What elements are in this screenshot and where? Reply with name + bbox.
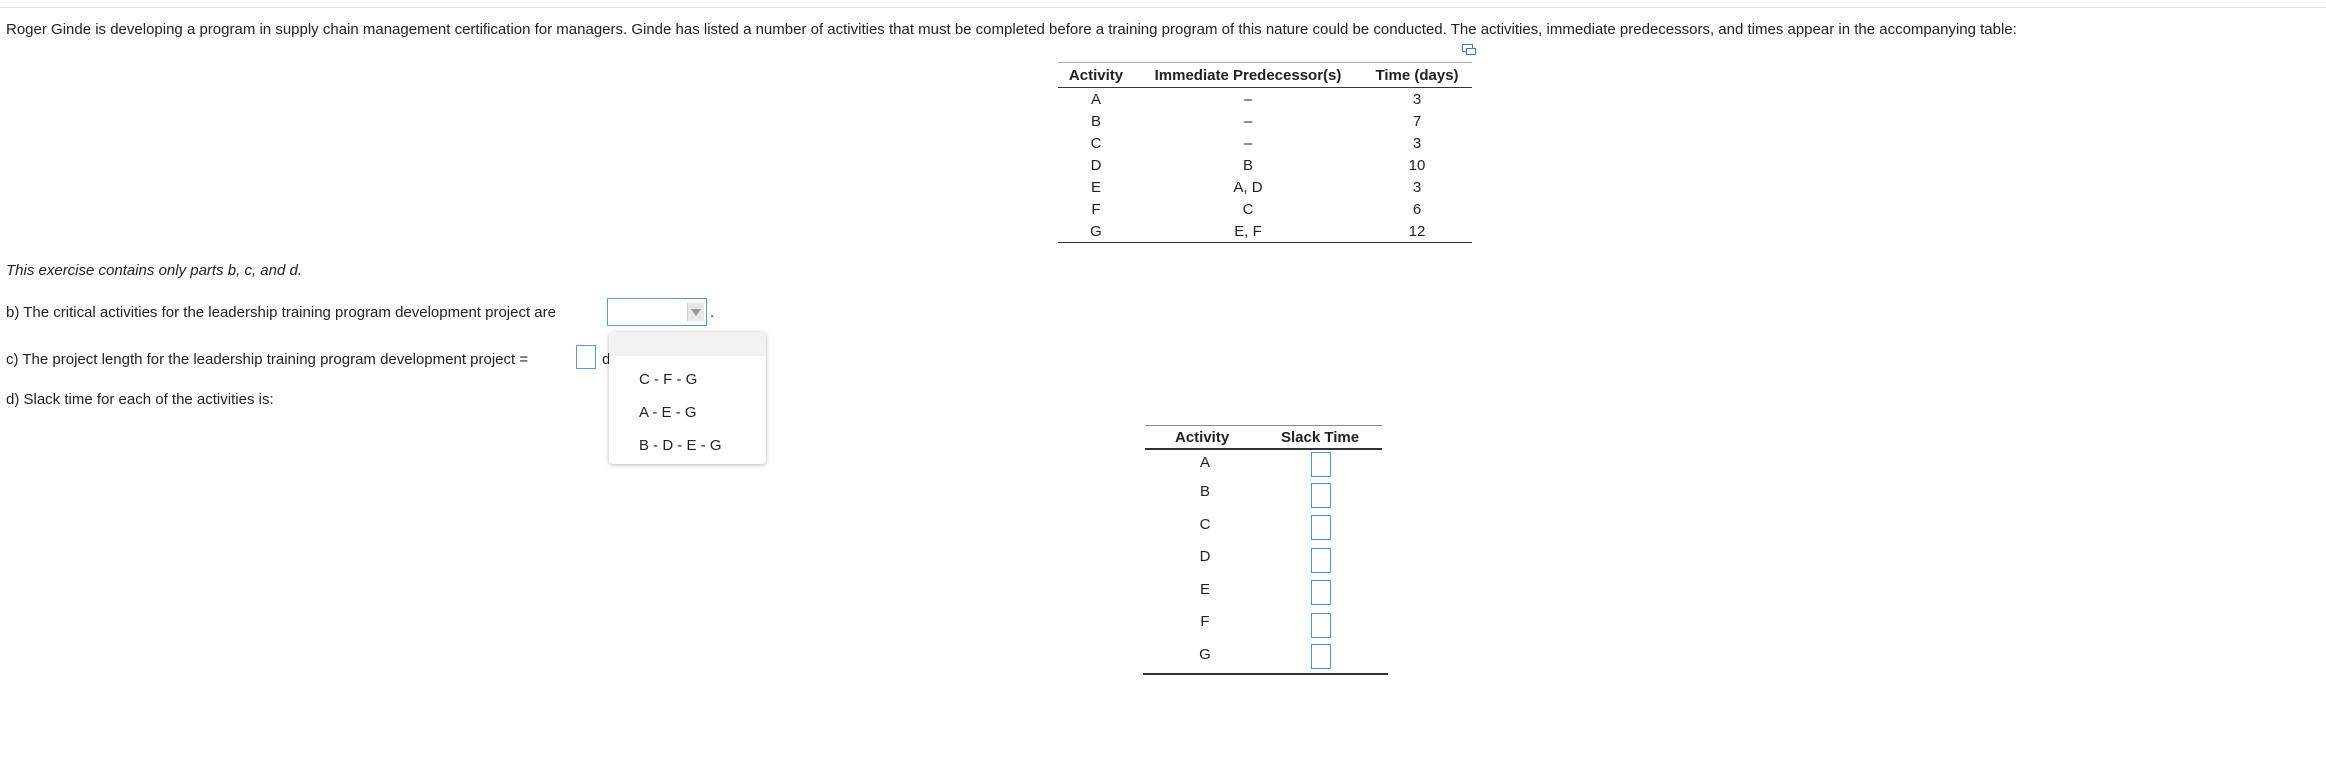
cell-predecessor: A, D — [1233, 178, 1263, 196]
slack-input-e[interactable] — [1311, 580, 1331, 605]
question-d-text: d) Slack time for each of the activities… — [6, 391, 274, 408]
table-row: C – 3 — [1058, 132, 1472, 154]
slack-input-f[interactable] — [1311, 613, 1331, 638]
slack-input-g[interactable] — [1311, 644, 1331, 669]
cell-time: 3 — [1412, 134, 1422, 152]
slack-activity-label: A — [1199, 454, 1210, 471]
slack-activity-label: G — [1199, 646, 1211, 663]
slack-table-bottom-rule — [1143, 673, 1388, 675]
chevron-down-icon[interactable] — [687, 303, 704, 321]
slack-table-top-rule — [1145, 425, 1382, 426]
cell-time: 6 — [1412, 200, 1422, 218]
cell-predecessor: E, F — [1134, 220, 1362, 243]
exercise-note: This exercise contains only parts b, c, … — [6, 262, 302, 279]
slack-header-rule — [1145, 448, 1382, 450]
header-immediate-predecessors: Immediate Predecessor(s) — [1134, 62, 1362, 88]
slack-activity-label: D — [1199, 548, 1211, 565]
table-row: F C 6 — [1058, 198, 1472, 220]
slack-header-slack-time: Slack Time — [1281, 429, 1360, 446]
cell-time: 12 — [1362, 220, 1472, 243]
cell-time: 3 — [1412, 90, 1422, 108]
slack-header-activity: Activity — [1175, 429, 1230, 446]
cell-predecessor: C — [1242, 200, 1254, 218]
table-row: D B 10 — [1058, 154, 1472, 176]
expand-table-icon[interactable] — [1462, 44, 1476, 55]
slack-input-a[interactable] — [1311, 452, 1331, 477]
cell-activity: G — [1058, 220, 1134, 243]
activity-predecessor-table: Activity Immediate Predecessor(s) Time (… — [1058, 62, 1472, 243]
slack-activity-label: C — [1199, 516, 1211, 533]
dropdown-option-c-f-g[interactable]: C - F - G — [639, 371, 697, 388]
cell-time: 7 — [1412, 112, 1422, 130]
cell-time: 3 — [1412, 178, 1422, 196]
table-row: B – 7 — [1058, 110, 1472, 132]
critical-activities-select[interactable] — [607, 298, 707, 326]
question-b-period: . — [710, 304, 715, 321]
dropdown-blank-option[interactable] — [609, 332, 766, 356]
project-length-input[interactable] — [576, 345, 596, 369]
cell-predecessor: – — [1243, 134, 1253, 152]
dropdown-option-a-e-g[interactable]: A - E - G — [639, 404, 697, 421]
slack-activity-label: E — [1199, 581, 1210, 598]
cell-activity: E — [1090, 178, 1101, 196]
dropdown-option-b-d-e-g[interactable]: B - D - E - G — [639, 437, 722, 454]
cell-activity: B — [1090, 112, 1101, 130]
cell-time: 10 — [1408, 156, 1426, 174]
cell-predecessor: – — [1243, 112, 1253, 130]
cell-activity: A — [1090, 90, 1101, 108]
table-row: A – 3 — [1058, 88, 1472, 111]
header-time-days: Time (days) — [1362, 62, 1472, 88]
slack-activity-label: B — [1199, 483, 1210, 500]
cell-activity: F — [1091, 200, 1101, 218]
question-c-text: c) The project length for the leadership… — [6, 351, 529, 368]
cell-activity: D — [1090, 156, 1102, 174]
slack-input-b[interactable] — [1311, 483, 1331, 508]
slack-input-d[interactable] — [1311, 548, 1331, 573]
slack-activity-label: F — [1200, 613, 1210, 630]
intro-text: Roger Ginde is developing a program in s… — [6, 21, 2017, 38]
top-divider — [0, 7, 2326, 8]
header-activity: Activity — [1058, 62, 1134, 88]
cell-activity: C — [1090, 134, 1102, 152]
table-row: G E, F 12 — [1058, 220, 1472, 243]
table-row: E A, D 3 — [1058, 176, 1472, 198]
slack-input-c[interactable] — [1311, 515, 1331, 540]
table-header-row: Activity Immediate Predecessor(s) Time (… — [1058, 62, 1472, 88]
question-b-text: b) The critical activities for the leade… — [6, 304, 556, 321]
critical-activities-dropdown-menu: C - F - G A - E - G B - D - E - G — [609, 332, 766, 464]
cell-predecessor: B — [1242, 156, 1253, 174]
cell-predecessor: – — [1243, 90, 1253, 108]
